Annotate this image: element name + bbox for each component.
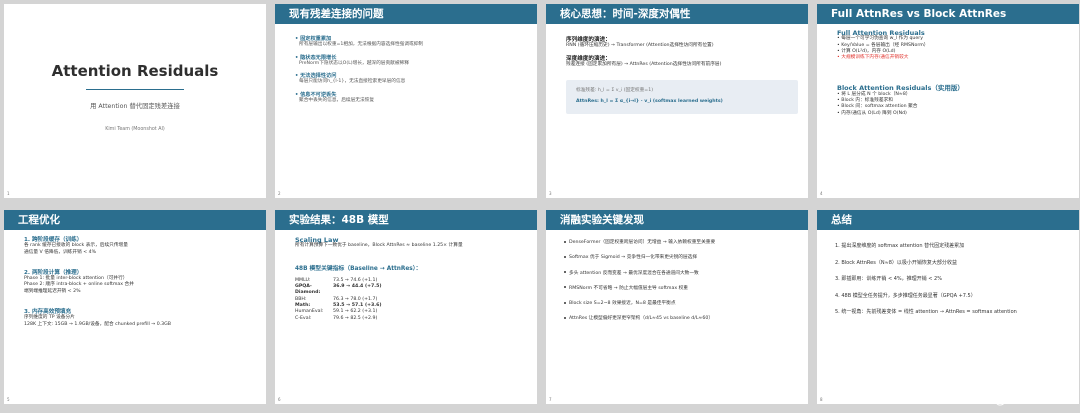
slide-subtitle: 用 Attention 替代固定残差连接 <box>90 103 180 110</box>
slide-title: Attention Residuals <box>51 62 219 80</box>
bullet-detail: 聚合中丢失的信息，后续层无法恢复 <box>299 98 375 104</box>
metric-value: 79.6 → 82.5 (+2.9) <box>333 315 378 321</box>
metrics-list: MMLU: 73.5 → 74.6 (+1.1) GPQA-Diamond: 36.… <box>295 278 527 322</box>
list-item: Softmax 优于 Sigmoid → 竞争性归一化带来更尖锐的层选择 <box>564 255 798 261</box>
bullet-dot <box>564 271 566 274</box>
list-item: 2. Block AttnRes（N≈8）以极小开销恢复大部分收益 <box>835 259 957 266</box>
slide-number: 3 <box>549 191 552 196</box>
metrics-title: 48B 模型关键指标（Baseline → AttnRes）： <box>295 265 422 272</box>
list-item: AttnRes 让模型偏好更深更窄架构（d/L≈45 vs baseline d… <box>564 316 798 322</box>
list-item-text: DenseFormer（固定权重跨层访问）无增益 → 输入依赖权重至关重要 <box>569 240 716 245</box>
list-item-text: RMSNorm 不可省略 → 防止大幅值层主导 softmax 权重 <box>569 285 688 291</box>
title-divider <box>86 89 184 90</box>
slide-author: Kimi Team (Moonshot AI) <box>105 127 165 132</box>
list-item: Block size S=2~8 效果接近，N=8 是最佳平衡点 <box>564 301 798 307</box>
slide-body: 序列维度的演进： RNN (循环压缩历史) → Transformer (Att… <box>566 37 798 114</box>
slide-header: 现有残差连接的问题 <box>275 4 537 24</box>
slide-4[interactable]: Full AttnRes vs Block AttnRes Full Atten… <box>817 4 1079 198</box>
detail-line: 端到端推理延迟开销 < 2% <box>24 288 81 294</box>
slide-number: 2 <box>278 191 281 196</box>
metric-value: 36.9 → 44.4 (+7.5) <box>333 284 382 290</box>
slide-body: 1. 提出深度维度的 softmax attention 替代固定残差累加 2.… <box>835 238 1069 316</box>
bullet-detail: PreNorm下隐状态以O(L)增长，越深的层贡献被稀释 <box>299 60 409 66</box>
slide-header: 工程优化 <box>4 210 266 230</box>
formula-box: 标准残差: h_l = Σ v_i (固定权重=1) AttnRes: h_l … <box>566 80 798 114</box>
bullet-detail: 每层只能访问h_{l-1}，无法直接检索更早层的信息 <box>299 79 406 85</box>
list-item-text: Softmax 优于 Sigmoid → 竞争性归一化带来更尖锐的层选择 <box>569 255 698 261</box>
list-item: RMSNorm 不可省略 → 防止大幅值层主导 softmax 权重 <box>564 286 798 292</box>
bullet-dot <box>564 286 566 289</box>
warning-item: • 大规模训练下内存/通信开销较大 <box>837 55 909 61</box>
slide-number: 5 <box>7 397 10 402</box>
slide-header: 核心思想：时间-深度对偶性 <box>546 4 808 24</box>
bullet-dot <box>564 240 566 243</box>
detail-line: 128K 上下文: 15GB → 1.9GB/设备，配合 chunked pre… <box>24 321 172 327</box>
bullet-detail: 所有层输出以权重=1相加，无法根据内容选择性强调或抑制 <box>299 42 424 48</box>
list-item: DenseFormer（固定权重跨层访问）无增益 → 输入依赖权重至关重要 <box>564 240 798 246</box>
bullet-dot <box>564 316 566 319</box>
slide-header: 消融实验关键发现 <box>546 210 808 230</box>
bullet-dot <box>564 301 566 304</box>
list-item-text: Block size S=2~8 效果接近，N=8 是最佳平衡点 <box>569 301 676 307</box>
list-item: 4. 48B 模型全任务提升，多步推理任务最显著（GPQA +7.5） <box>835 292 976 299</box>
metric-row: GPQA-Diamond: 36.9 → 44.4 (+7.5) <box>295 284 527 297</box>
metric-name: C-Eval: <box>295 315 312 321</box>
slide-5[interactable]: 工程优化 1. 跨阶段缓存（训练） 各 rank 缓存已接收的 block 表示… <box>4 210 266 404</box>
slide-header: 实验结果：48B 模型 <box>275 210 537 230</box>
slide-body: Scaling Law 所有计算预算下一致优于 baseline，Block A… <box>295 237 527 322</box>
watermark: CSDN @undefined <box>952 392 1072 407</box>
list-item: 3. 即插即用：训练开销 < 4%，推理开销 < 2% <box>835 276 942 282</box>
section-text: 所有计算预算下一致优于 baseline，Block AttnRes ≈ bas… <box>295 243 463 249</box>
list-item: • 内存/通信从 O(Ld) 降到 O(Nd) <box>837 110 907 116</box>
list-item-text: AttnRes 让模型偏好更深更窄架构（d/L≈45 vs baseline d… <box>569 316 714 322</box>
slide-header: 总结 <box>817 210 1079 230</box>
slide-body: Full Attention Residuals • 每层一个可学习伪查询 w_… <box>837 30 1069 117</box>
metric-name: GPQA-Diamond: <box>295 284 321 296</box>
slide-8[interactable]: 总结 1. 提出深度维度的 softmax attention 替代固定残差累加… <box>817 210 1079 404</box>
slide-6[interactable]: 实验结果：48B 模型 Scaling Law 所有计算预算下一致优于 base… <box>275 210 537 404</box>
slide-body: 1. 跨阶段缓存（训练） 各 rank 缓存已接收的 block 表示，后续只传… <box>24 237 256 328</box>
slide-7[interactable]: 消融实验关键发现 DenseFormer（固定权重跨层访问）无增益 → 输入依赖… <box>546 210 808 404</box>
slide-number: 4 <box>820 191 823 196</box>
detail-line: 通信量 V 倍降低，训练开销 < 4% <box>24 249 97 255</box>
slide-number: 7 <box>549 397 552 402</box>
section-text: 残差连接 (固定累加所有层) → AttnRes (Attention选择性访问… <box>566 61 722 67</box>
list-item-text: 多头 attention 反而变差 → 最优深度混合在各通道间大致一致 <box>569 270 699 276</box>
slide-number: 8 <box>820 397 823 402</box>
list-item: 1. 提出深度维度的 softmax attention 替代固定残差累加 <box>835 243 965 249</box>
slide-2[interactable]: 现有残差连接的问题 • 固定权重累加 所有层输出以权重=1相加，无法根据内容选择… <box>275 4 537 198</box>
metric-row: C-Eval: 79.6 → 82.5 (+2.9) <box>295 316 527 322</box>
slide-1[interactable]: Attention Residuals 用 Attention 替代固定残差连接… <box>4 4 266 198</box>
slide-3[interactable]: 核心思想：时间-深度对偶性 序列维度的演进： RNN (循环压缩历史) → Tr… <box>546 4 808 198</box>
list-item: 多头 attention 反而变差 → 最优深度混合在各通道间大致一致 <box>564 271 798 277</box>
list-item: 5. 统一视角：先前残差变体 = 线性 attention → AttnRes … <box>835 309 1017 315</box>
attnres-formula: AttnRes: h_l = Σ α_{i→l} · v_i (softmax … <box>576 99 723 105</box>
standard-residual-formula: 标准残差: h_l = Σ v_i (固定权重=1) <box>576 88 654 94</box>
section-text: RNN (循环压缩历史) → Transformer (Attention选择性… <box>566 43 714 49</box>
slide-number: 6 <box>278 397 281 402</box>
slide-header: Full AttnRes vs Block AttnRes <box>817 4 1079 24</box>
slide-number: 1 <box>7 191 10 196</box>
slide-body: • 固定权重累加 所有层输出以权重=1相加，无法根据内容选择性强调或抑制 • 隐… <box>295 36 527 104</box>
slide-body: DenseFormer（固定权重跨层访问）无增益 → 输入依赖权重至关重要 So… <box>564 235 798 323</box>
bullet-dot <box>564 255 566 258</box>
